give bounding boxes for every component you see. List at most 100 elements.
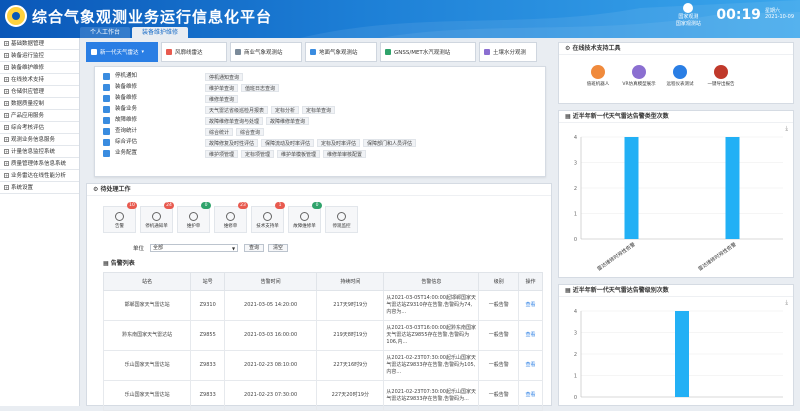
menu-function-link[interactable]: 故障维修单查询	[266, 116, 310, 125]
menu-category[interactable]: 装备业务	[103, 104, 193, 115]
sidebar-item[interactable]: + 装备维护维修	[0, 62, 79, 74]
menu-category[interactable]: 故障维修	[103, 115, 193, 126]
table-cell-info: 从2021-03-03T16:00:00起黔东南国家天气雷达站Z9855存在告警…	[383, 320, 480, 351]
menu-function-link[interactable]: 定标项管理	[241, 149, 275, 158]
menu-function-link[interactable]: 保障部门和人员评估	[363, 138, 417, 147]
todo-card[interactable]: 告警 10	[103, 202, 137, 233]
sidebar-item[interactable]: + 质量管理体系信息系统	[0, 158, 79, 170]
menu-category-label: 故障维修	[115, 117, 138, 123]
tool-item[interactable]: VR仿真模型展示	[620, 65, 658, 87]
tool-item[interactable]: 值班机器人	[579, 65, 617, 87]
unit-select[interactable]: 全部 ▼	[150, 244, 239, 252]
todo-card-icon	[263, 212, 272, 221]
sidebar-item[interactable]: + 计量信息监控系统	[0, 146, 79, 158]
alarm-type-chart-title: ▦ 近半年新一代天气雷达告警类型次数	[559, 111, 793, 123]
sidebar-item-label: 计量信息监控系统	[11, 149, 56, 155]
menu-category-label: 装备维修	[115, 84, 138, 90]
sidebar-item[interactable]: + 综合考核评估	[0, 122, 79, 134]
menu-category[interactable]: 停机通知	[103, 71, 193, 82]
sidebar-item[interactable]: + 在线技术支持	[0, 74, 79, 86]
todo-card[interactable]: 停观监控	[325, 206, 358, 233]
menu-category[interactable]: 装备维修	[103, 82, 193, 93]
table-cell-name: 邯郸国家天气雷达站	[102, 290, 192, 321]
system-tab[interactable]: 地面气象观测站	[305, 42, 377, 62]
menu-function-link[interactable]: 维修单审核配置	[323, 149, 367, 158]
menu-function-link[interactable]: 故障修复及时性评估	[205, 138, 259, 147]
menu-row: 综合统计 综合查询	[205, 126, 535, 137]
query-button[interactable]: 查询	[244, 244, 265, 252]
unit-filter-label: 单位	[133, 246, 145, 252]
todo-card[interactable]: 维护单 0	[177, 202, 211, 233]
sidebar-item[interactable]: + 装备运行监控	[0, 50, 79, 62]
menu-function-link[interactable]: 维修单查询	[205, 94, 239, 103]
system-tab-label: 商业气象观测站	[244, 50, 283, 56]
tool-label: VR仿真模型展示	[622, 82, 656, 87]
menu-function-link[interactable]: 综合查询	[236, 127, 265, 136]
tool-label: 一键导出报告	[707, 82, 735, 87]
sidebar-item[interactable]: + 业务雷达在线性能分析	[0, 170, 79, 182]
menu-function-link[interactable]: 维护单查询	[205, 83, 239, 92]
menu-function-link[interactable]: 保障流动及时率评估	[261, 138, 315, 147]
view-link[interactable]: 查看	[526, 302, 536, 308]
table-cell-id: Z9855	[190, 320, 225, 351]
table-cell-dur: 227天20时19分	[316, 380, 385, 411]
sidebar-item[interactable]: + 观测业务信息服务	[0, 134, 79, 146]
bar	[675, 311, 689, 397]
menu-category[interactable]: 综合评估	[103, 137, 193, 148]
table-cell-name: 乐山国家天气雷达站	[102, 380, 192, 411]
todo-card[interactable]: 维修单 23	[214, 202, 248, 233]
menu-category[interactable]: 业务配置	[103, 148, 193, 159]
alarm-level-chart-panel: ▦ 近半年新一代天气雷达告警级别次数 ⤓ 01234	[558, 284, 794, 406]
alarm-list-heading: ▦ 告警列表	[103, 260, 135, 267]
tab-equipment-maintenance[interactable]: 装备维护维修	[132, 27, 189, 38]
tools-row: 值班机器人 VR仿真模型展示 远程仪表测试 一键导出报告	[579, 65, 743, 87]
menu-function-link[interactable]: 维护单模板管理	[277, 149, 321, 158]
menu-function-link[interactable]: 值班日志查询	[241, 83, 280, 92]
chevron-down-icon: ▾	[141, 49, 145, 55]
system-tab[interactable]: 商业气象观测站	[230, 42, 302, 62]
todo-card[interactable]: 故障维修单 0	[288, 202, 322, 233]
tool-icon	[591, 65, 605, 79]
view-link[interactable]: 查看	[526, 362, 536, 368]
menu-function-link[interactable]: 定标及时率评估	[317, 138, 361, 147]
menu-row: 天气雷达省级巡检月报表 定标分析 定标单查询	[205, 104, 535, 115]
view-link[interactable]: 查看	[526, 392, 536, 398]
todo-card-label: 技术支持单	[256, 224, 279, 229]
todo-card[interactable]: 停机通知单 24	[140, 202, 174, 233]
sidebar-item[interactable]: + 数据质量控制	[0, 98, 79, 110]
tool-item[interactable]: 一键导出报告	[702, 65, 740, 87]
system-tab-label: 风廓线雷达	[175, 50, 203, 56]
table-cell-id: Z9310	[190, 290, 225, 321]
menu-function-link[interactable]: 定标单查询	[302, 105, 336, 114]
todo-card[interactable]: 技术支持单 1	[251, 202, 285, 233]
menu-function-link[interactable]: 定标分析	[271, 105, 300, 114]
menu-function-link[interactable]: 综合统计	[205, 127, 234, 136]
system-tab[interactable]: 新一代天气雷达 ▾	[86, 42, 158, 62]
menu-category[interactable]: 查询统计	[103, 126, 193, 137]
menu-function-link[interactable]: 故障维修单查询与处理	[205, 116, 264, 125]
menu-category[interactable]: 装备维修	[103, 93, 193, 104]
count-badge: 1	[275, 202, 285, 209]
tab-personal-workbench[interactable]: 个人工作台	[80, 27, 131, 38]
menu-row: 维护项管理 定标项管理 维护单模板管理 维修单审核配置	[205, 148, 535, 159]
sidebar-item[interactable]: + 仓储供应管理	[0, 86, 79, 98]
user-menu[interactable]: 国家观测 国家观测站	[668, 3, 708, 27]
system-tab[interactable]: 风廓线雷达	[161, 42, 227, 62]
tool-item[interactable]: 远程仪表测试	[661, 65, 699, 87]
sidebar-item[interactable]: + 产品应用服务	[0, 110, 79, 122]
table-cell-time: 2021-02-23 07:30:00	[223, 380, 318, 411]
menu-function-link[interactable]: 维护项管理	[205, 149, 239, 158]
system-tab[interactable]: GNSS/MET水汽观测站	[380, 42, 476, 62]
bar	[725, 137, 740, 239]
tool-icon	[673, 65, 687, 79]
sidebar-item[interactable]: + 基础数据管理	[0, 38, 79, 50]
table-cell-dur: 219天8时19分	[316, 320, 385, 351]
menu-function-link[interactable]: 天气雷达省级巡检月报表	[205, 105, 269, 114]
clear-button[interactable]: 清空	[268, 244, 289, 252]
view-link[interactable]: 查看	[526, 332, 536, 338]
table-cell-id: Z9833	[190, 380, 225, 411]
sidebar-item[interactable]: + 系统设置	[0, 182, 79, 194]
menu-function-link[interactable]: 停机通知查询	[205, 72, 244, 81]
count-badge: 0	[201, 202, 211, 209]
system-tab[interactable]: 土壤水分观测	[479, 42, 537, 62]
